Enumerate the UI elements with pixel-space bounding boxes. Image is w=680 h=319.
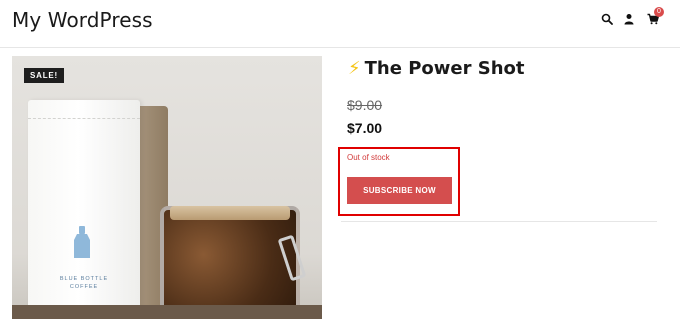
product-title-text: The Power Shot xyxy=(364,58,525,79)
subscribe-now-button[interactable]: SUBSCRIBE NOW xyxy=(347,177,452,204)
table-surface xyxy=(12,305,322,319)
regular-price: $9.00 xyxy=(347,97,383,113)
sale-price: $7.00 xyxy=(347,120,383,136)
search-icon[interactable] xyxy=(600,12,614,26)
product-title: ⚡ The Power Shot xyxy=(348,58,525,79)
bag-text-coffee: COFFEE xyxy=(69,284,99,290)
product-image[interactable]: SALE! BLUE BOTTLE COFFEE xyxy=(12,56,322,319)
coffee-bag: BLUE BOTTLE COFFEE xyxy=(28,100,140,319)
cart-icon[interactable]: 0 xyxy=(646,7,664,26)
site-header: My WordPress 0 xyxy=(0,0,680,48)
sale-badge: SALE! xyxy=(24,68,64,83)
bag-seam xyxy=(28,118,140,122)
bag-text-brand: BLUE BOTTLE xyxy=(59,276,109,282)
divider xyxy=(341,221,657,222)
coffee-jar-lid xyxy=(170,206,290,220)
coffee-jar xyxy=(160,206,300,319)
user-icon[interactable] xyxy=(622,12,636,26)
stock-status: Out of stock xyxy=(347,153,390,162)
site-title[interactable]: My WordPress xyxy=(12,8,153,32)
lightning-icon: ⚡ xyxy=(348,58,361,79)
bottle-logo-icon xyxy=(74,226,90,258)
cart-count-badge: 0 xyxy=(654,7,664,17)
